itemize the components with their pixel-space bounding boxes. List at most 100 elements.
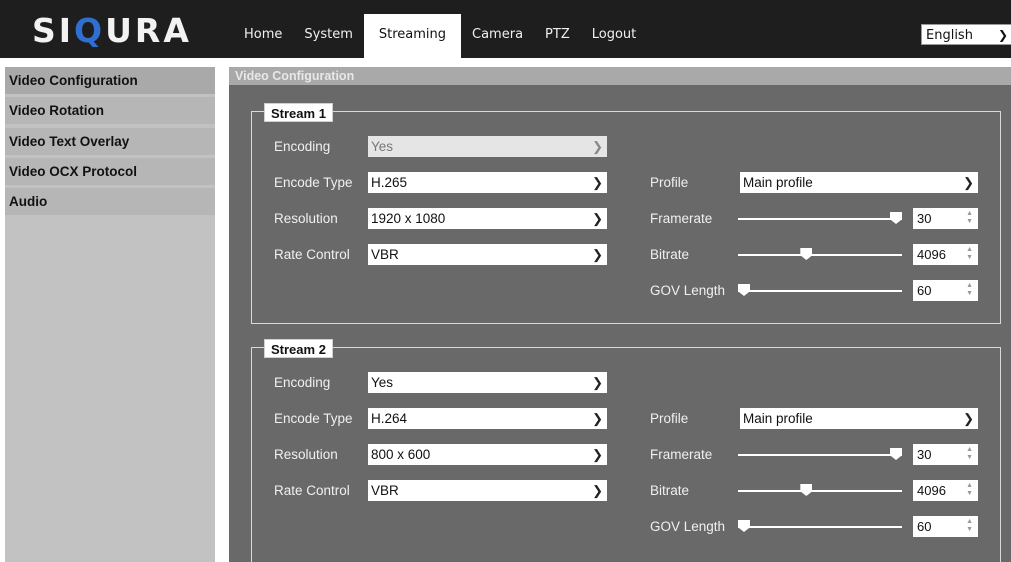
sidebar-item-audio[interactable]: Audio bbox=[5, 188, 215, 215]
gov-length-slider[interactable] bbox=[738, 517, 902, 537]
resolution-label: Resolution bbox=[274, 447, 338, 462]
bitrate-value: 4096 bbox=[917, 483, 946, 498]
framerate-label: Framerate bbox=[650, 447, 713, 462]
chevron-down-icon: ❯ bbox=[998, 28, 1009, 42]
encoding-select[interactable]: Yes ❯ bbox=[368, 372, 607, 393]
rate-control-label: Rate Control bbox=[274, 483, 350, 498]
spin-arrows-icon[interactable]: ▲ ▼ bbox=[966, 482, 973, 498]
slider-track bbox=[738, 454, 902, 456]
rate-control-select[interactable]: VBR ❯ bbox=[368, 244, 607, 265]
encode-type-select[interactable]: H.264 ❯ bbox=[368, 408, 607, 429]
stream-1-legend: Stream 1 bbox=[264, 103, 333, 122]
chevron-down-icon: ❯ bbox=[592, 175, 603, 190]
stream-2-legend: Stream 2 bbox=[264, 339, 333, 358]
stream-2-fieldset: Stream 2 Encoding Yes ❯ Encode Type H.264… bbox=[251, 339, 1001, 562]
bitrate-slider[interactable] bbox=[738, 245, 902, 265]
framerate-input[interactable]: 30 ▲ ▼ bbox=[913, 444, 978, 465]
encoding-value: Yes bbox=[371, 139, 394, 154]
gov-length-value: 60 bbox=[917, 283, 932, 298]
framerate-value: 30 bbox=[917, 211, 932, 226]
framerate-input[interactable]: 30 ▲ ▼ bbox=[913, 208, 978, 229]
framerate-slider[interactable] bbox=[738, 209, 902, 229]
language-select[interactable]: English ❯ bbox=[921, 24, 1011, 45]
nav-ptz[interactable]: PTZ bbox=[534, 14, 581, 58]
encoding-select[interactable]: Yes ❯ bbox=[368, 136, 607, 157]
resolution-select[interactable]: 800 x 600 ❯ bbox=[368, 444, 607, 465]
top-bar: SIQURA Home System Streaming Camera PTZ … bbox=[0, 0, 1011, 58]
profile-label: Profile bbox=[650, 175, 689, 190]
chevron-down-icon: ❯ bbox=[592, 411, 603, 426]
sidebar-item-video-text-overlay[interactable]: Video Text Overlay bbox=[5, 128, 215, 155]
chevron-down-icon: ❯ bbox=[592, 447, 603, 462]
bitrate-input[interactable]: 4096 ▲ ▼ bbox=[913, 480, 978, 501]
nav-streaming[interactable]: Streaming bbox=[363, 14, 462, 58]
chevron-down-icon: ❯ bbox=[963, 175, 974, 190]
slider-thumb-icon[interactable] bbox=[890, 448, 902, 460]
sidebar-item-video-ocx-protocol[interactable]: Video OCX Protocol bbox=[5, 158, 215, 185]
rate-control-value: VBR bbox=[371, 483, 399, 498]
framerate-slider[interactable] bbox=[738, 445, 902, 465]
slider-track bbox=[738, 218, 902, 220]
encode-type-value: H.264 bbox=[371, 411, 408, 426]
encode-type-label: Encode Type bbox=[274, 175, 353, 190]
slider-thumb-icon[interactable] bbox=[800, 248, 813, 260]
sidebar: Video Configuration Video Rotation Video… bbox=[5, 67, 215, 562]
nav-system[interactable]: System bbox=[293, 14, 363, 58]
language-value: English bbox=[926, 28, 973, 43]
section-title: Video Configuration bbox=[235, 69, 355, 83]
resolution-value: 1920 x 1080 bbox=[371, 211, 446, 226]
gov-length-label: GOV Length bbox=[650, 283, 726, 298]
spin-arrows-icon[interactable]: ▲ ▼ bbox=[966, 246, 973, 262]
section-header: Video Configuration bbox=[229, 67, 1011, 85]
spin-arrows-icon[interactable]: ▲ ▼ bbox=[966, 446, 973, 462]
slider-track bbox=[738, 490, 902, 492]
logo-text-start: SI bbox=[32, 11, 75, 50]
resolution-select[interactable]: 1920 x 1080 ❯ bbox=[368, 208, 607, 229]
encoding-label: Encoding bbox=[274, 139, 331, 154]
encoding-value: Yes bbox=[371, 375, 394, 390]
encode-type-select[interactable]: H.265 ❯ bbox=[368, 172, 607, 193]
gov-length-slider[interactable] bbox=[738, 281, 902, 301]
main-nav: Home System Streaming Camera PTZ Logout bbox=[233, 14, 647, 58]
logo-text-accent: Q bbox=[74, 11, 106, 50]
slider-thumb-icon[interactable] bbox=[800, 484, 813, 496]
chevron-down-icon: ❯ bbox=[592, 483, 603, 498]
slider-track bbox=[738, 290, 902, 292]
slider-thumb-icon[interactable] bbox=[738, 520, 750, 532]
slider-track bbox=[738, 254, 902, 256]
resolution-label: Resolution bbox=[274, 211, 338, 226]
gov-length-value: 60 bbox=[917, 519, 932, 534]
sidebar-item-video-rotation[interactable]: Video Rotation bbox=[5, 97, 215, 124]
siqura-logo[interactable]: SIQURA bbox=[32, 12, 192, 50]
rate-control-select[interactable]: VBR ❯ bbox=[368, 480, 607, 501]
bitrate-label: Bitrate bbox=[650, 483, 690, 498]
nav-camera[interactable]: Camera bbox=[461, 14, 534, 58]
bitrate-label: Bitrate bbox=[650, 247, 690, 262]
framerate-value: 30 bbox=[917, 447, 932, 462]
resolution-value: 800 x 600 bbox=[371, 447, 431, 462]
spin-arrows-icon[interactable]: ▲ ▼ bbox=[966, 210, 973, 226]
profile-select[interactable]: Main profile ❯ bbox=[740, 408, 978, 429]
spin-arrows-icon[interactable]: ▲ ▼ bbox=[966, 282, 973, 298]
nav-logout[interactable]: Logout bbox=[581, 14, 648, 58]
profile-value: Main profile bbox=[743, 411, 813, 426]
chevron-down-icon: ❯ bbox=[592, 139, 603, 154]
chevron-down-icon: ❯ bbox=[963, 411, 974, 426]
framerate-label: Framerate bbox=[650, 211, 713, 226]
slider-track bbox=[738, 526, 902, 528]
profile-select[interactable]: Main profile ❯ bbox=[740, 172, 978, 193]
bitrate-slider[interactable] bbox=[738, 481, 902, 501]
nav-home[interactable]: Home bbox=[233, 14, 293, 58]
bitrate-value: 4096 bbox=[917, 247, 946, 262]
rate-control-label: Rate Control bbox=[274, 247, 350, 262]
sidebar-item-video-configuration[interactable]: Video Configuration bbox=[5, 67, 215, 94]
spin-arrows-icon[interactable]: ▲ ▼ bbox=[966, 518, 973, 534]
bitrate-input[interactable]: 4096 ▲ ▼ bbox=[913, 244, 978, 265]
profile-value: Main profile bbox=[743, 175, 813, 190]
gov-length-input[interactable]: 60 ▲ ▼ bbox=[913, 280, 978, 301]
gov-length-input[interactable]: 60 ▲ ▼ bbox=[913, 516, 978, 537]
chevron-down-icon: ❯ bbox=[592, 375, 603, 390]
slider-thumb-icon[interactable] bbox=[738, 284, 750, 296]
profile-label: Profile bbox=[650, 411, 689, 426]
slider-thumb-icon[interactable] bbox=[890, 212, 902, 224]
